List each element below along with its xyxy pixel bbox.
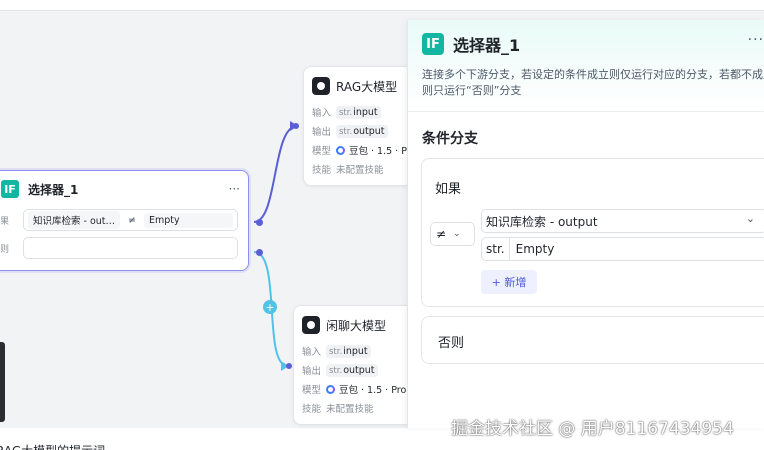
if-label: 如果 [435, 182, 462, 197]
condition-right-value: Empty [515, 242, 555, 256]
condition-left-value: 知识库检索 - output [486, 214, 598, 229]
caption-text: RAG大模型的提示词 [0, 442, 105, 450]
model-label: 模型 [302, 385, 322, 396]
model-label: 模型 [312, 146, 332, 157]
rag-node[interactable]: RAG大模型 输入 str.input 输出 str.output 模型 豆包 … [303, 66, 413, 186]
watermark: 掘金技术社区 @ 用户81167434954 [451, 419, 734, 439]
port-if[interactable] [256, 219, 263, 226]
port-rag-in[interactable] [293, 123, 299, 129]
more-icon[interactable]: ··· [748, 32, 764, 48]
chevron-down-icon: ⌄ [745, 212, 755, 225]
condition-left-value[interactable]: 知识库检索 - out… [28, 211, 121, 229]
type-tag: str. [482, 238, 510, 260]
if-badge: IF [1, 180, 19, 198]
operator-icon: ≠ [436, 227, 447, 241]
model-value: 豆包 · 1.5 · Pr [349, 146, 411, 157]
skill-value: 未配置技能 [326, 404, 374, 415]
doubao-icon [326, 384, 335, 394]
output-label: 输出 [312, 127, 332, 138]
section-title: 条件分支 [422, 131, 478, 147]
condition-left-select[interactable]: 知识库检索 - output ⌄ [481, 209, 764, 233]
else-branch-card: 否则 [421, 316, 764, 364]
output-label: 输出 [302, 366, 322, 377]
rag-node-title: RAG大模型 [336, 79, 398, 94]
panel-title[interactable]: 选择器_1 [453, 32, 520, 56]
else-row[interactable] [23, 237, 238, 259]
chat-node[interactable]: 闲聊大模型 输入 str.input 输出 str.output 模型 豆包 ·… [293, 305, 413, 425]
minimap-edge [0, 342, 5, 422]
selector-config-panel: IF 选择器_1 ··· 连接多个下游分支，若设定的条件成立则仅运行对应的分支，… [407, 20, 764, 428]
skill-value: 未配置技能 [336, 165, 384, 176]
if-label: 如果 [1, 214, 23, 227]
if-branch-card: 如果 ≠ ⌄ 知识库检索 - output ⌄ str. Empty + 新增 [421, 158, 764, 307]
chevron-down-icon: ⌄ [453, 229, 461, 239]
model-node-icon [312, 77, 330, 95]
output-chip: str.output [336, 124, 388, 138]
input-chip: str.input [336, 105, 381, 119]
add-condition-button[interactable]: + 新增 [481, 270, 537, 294]
skill-label: 技能 [312, 165, 332, 176]
port-chat-in[interactable] [286, 363, 292, 369]
selector-node-title: 选择器_1 [28, 182, 79, 197]
else-label: 否则 [1, 242, 23, 255]
condition-right-input[interactable]: str. Empty [481, 237, 764, 261]
input-chip: str.input [326, 344, 371, 358]
panel-description: 连接多个下游分支，若设定的条件成立则仅运行对应的分支，若都不成立则只运行“否则”… [422, 68, 764, 97]
output-chip: str.output [326, 363, 378, 377]
operator-select[interactable]: ≠ ⌄ [430, 222, 475, 246]
condition-row[interactable]: 知识库检索 - out… ≠ Empty [23, 209, 238, 231]
input-label: 输入 [312, 108, 332, 119]
skill-label: 技能 [302, 404, 322, 415]
condition-right-value[interactable]: Empty [144, 212, 233, 228]
selector-node[interactable]: IF 选择器_1 ··· 如果 知识库检索 - out… ≠ Empty 否则 [0, 170, 249, 271]
else-label: 否则 [438, 336, 465, 351]
chat-node-title: 闲聊大模型 [326, 318, 387, 333]
model-node-icon [302, 316, 320, 334]
if-badge: IF [422, 33, 444, 55]
more-icon[interactable]: ··· [229, 182, 240, 196]
operator-icon[interactable]: ≠ [128, 215, 136, 226]
input-label: 输入 [302, 347, 322, 358]
doubao-icon [336, 145, 345, 155]
model-value: 豆包 · 1.5 · Pro · [339, 385, 413, 396]
port-else[interactable] [256, 249, 263, 256]
